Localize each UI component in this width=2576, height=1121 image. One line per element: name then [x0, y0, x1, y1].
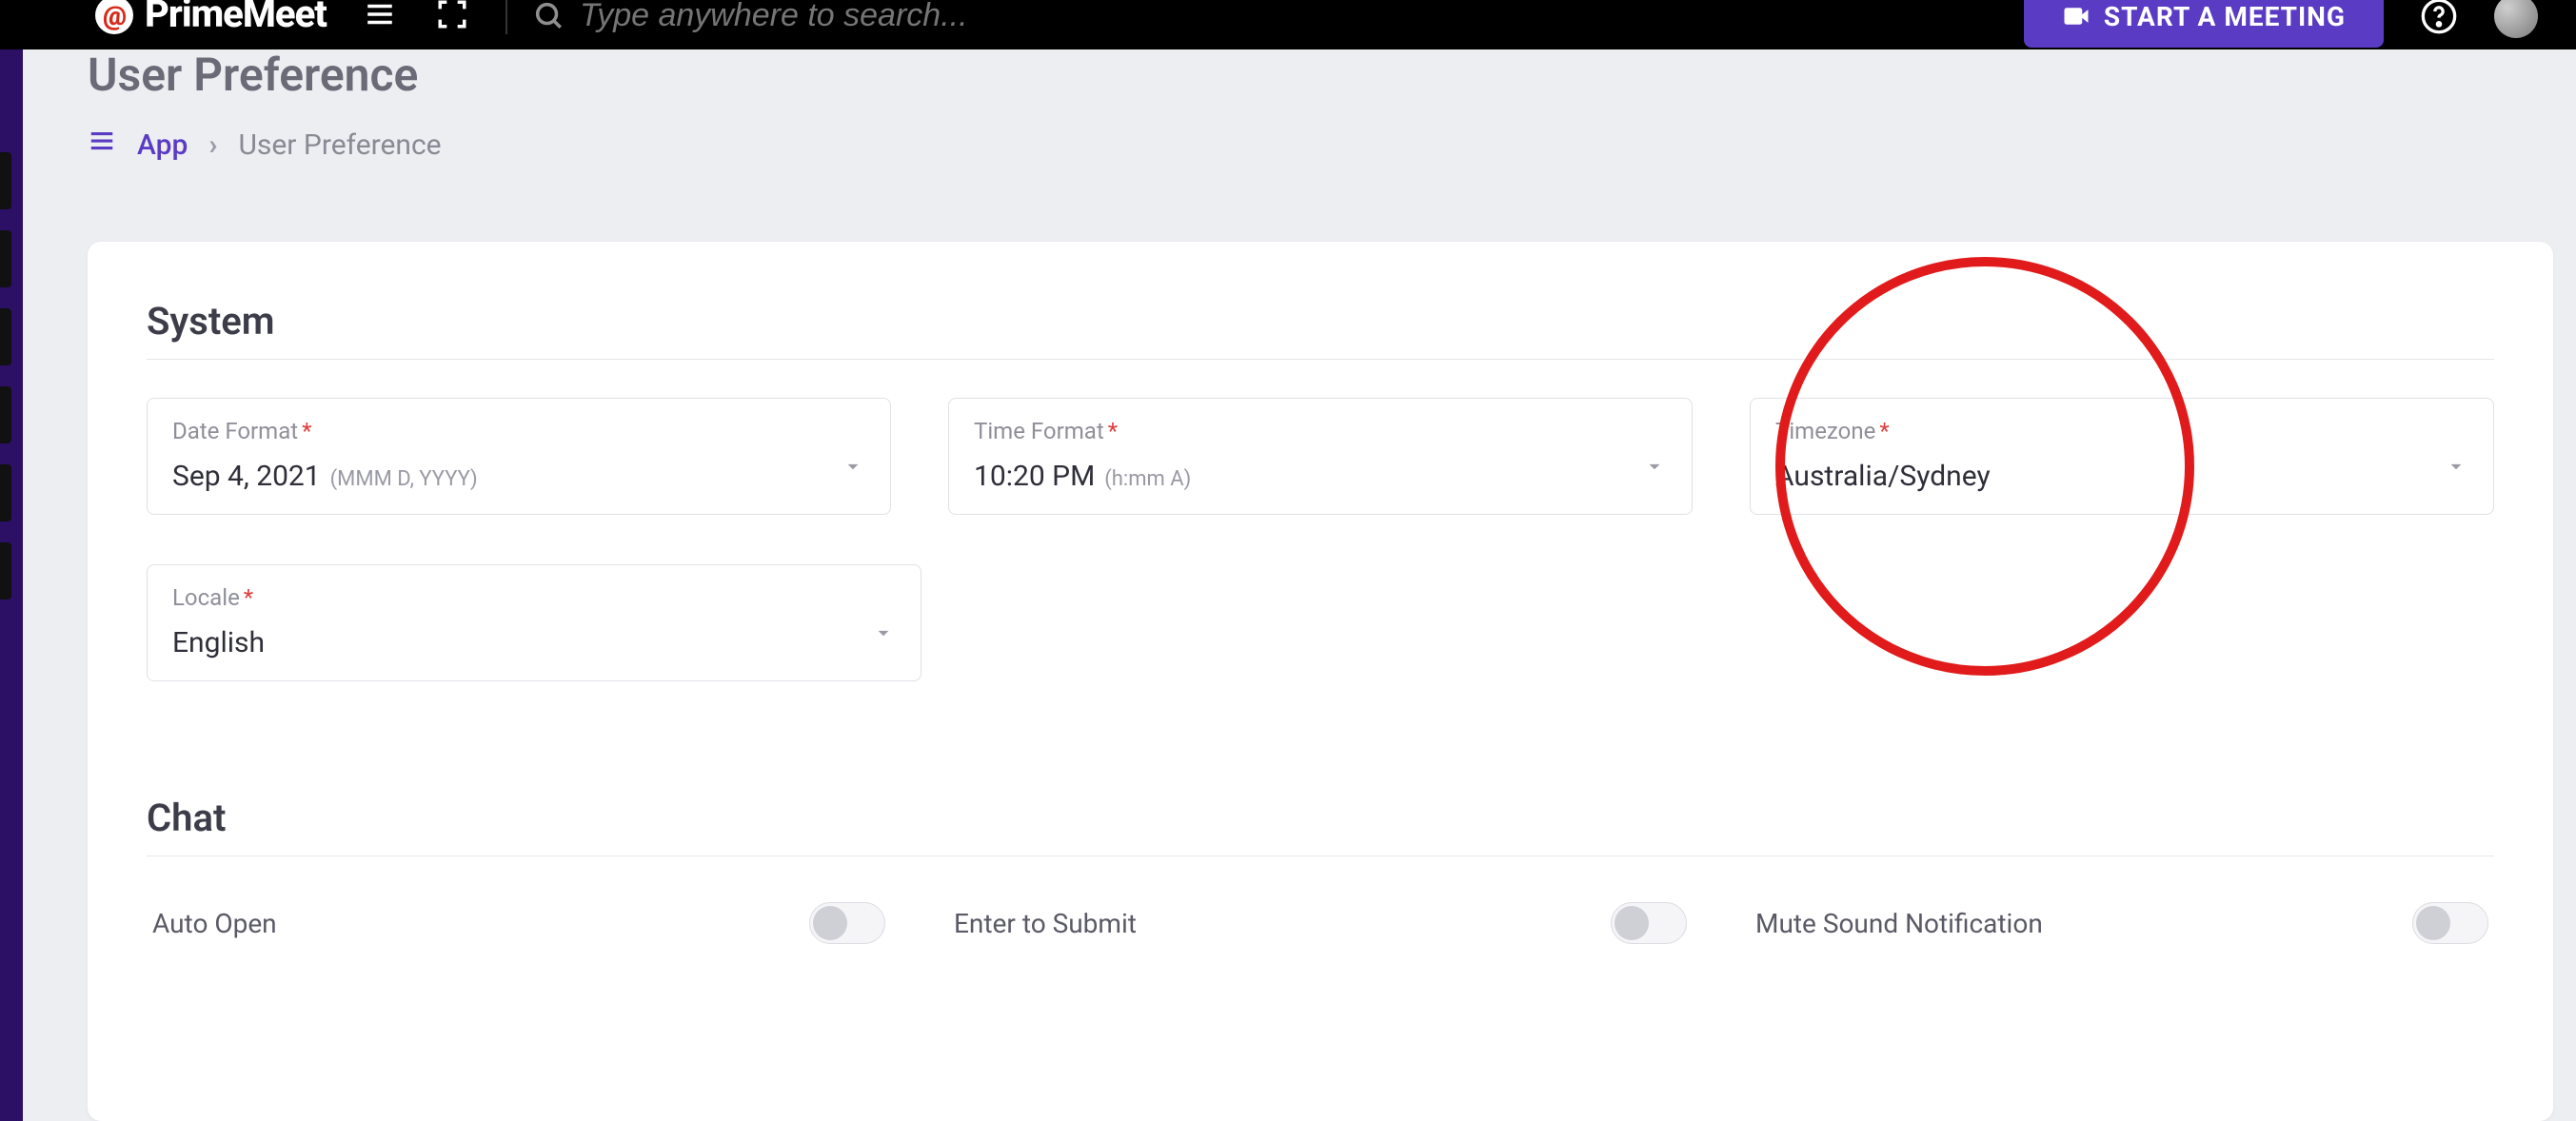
timezone-select[interactable]: Timezone* Australia/Sydney — [1750, 398, 2494, 515]
breadcrumb-current: User Preference — [238, 128, 441, 162]
mute-sound-label: Mute Sound Notification — [1755, 908, 2043, 939]
chat-toggle-row: Auto Open Enter to Submit Mute Sound Not… — [147, 895, 2494, 952]
topbar: @ PrimeMeet START A MEETING — [0, 0, 2576, 49]
sidebar-nub[interactable] — [0, 230, 11, 287]
time-format-hint: (h:mm A) — [1104, 467, 1191, 491]
brand-badge-icon: @ — [95, 0, 133, 34]
start-meeting-button[interactable]: START A MEETING — [2024, 0, 2384, 48]
section-title-chat: Chat — [147, 796, 2494, 840]
timezone-label: Timezone — [1775, 418, 1875, 444]
chevron-right-icon: › — [208, 128, 217, 162]
breadcrumb: App › User Preference — [88, 127, 2538, 163]
section-title-system: System — [147, 299, 2494, 344]
chevron-down-icon — [2444, 454, 2468, 482]
auto-open-toggle[interactable] — [809, 902, 885, 944]
date-format-select[interactable]: Date Format* Sep 4, 2021 (MMM D, YYYY) — [147, 398, 891, 515]
chevron-down-icon — [1642, 454, 1667, 482]
required-mark: * — [244, 584, 253, 611]
time-format-label: Time Format — [974, 418, 1104, 444]
page-head: User Preference App › User Preference — [88, 48, 2538, 163]
sidebar-nub[interactable] — [0, 464, 11, 521]
sidebar-nub[interactable] — [0, 152, 11, 209]
mute-sound-toggle[interactable] — [2412, 902, 2488, 944]
search-icon — [532, 0, 565, 31]
start-meeting-label: START A MEETING — [2104, 1, 2346, 32]
system-row-2: Locale* English — [147, 564, 2494, 681]
sidebar-nub[interactable] — [0, 386, 11, 443]
help-icon[interactable] — [2418, 0, 2460, 37]
video-icon — [2062, 2, 2091, 30]
brand: @ PrimeMeet — [95, 0, 327, 36]
mute-sound-toggle-item: Mute Sound Notification — [1750, 895, 2494, 952]
date-format-hint: (MMM D, YYYY) — [330, 467, 478, 491]
sidebar-nub[interactable] — [0, 308, 11, 365]
sidebar-strip — [0, 0, 23, 1121]
fullscreen-icon[interactable] — [433, 0, 471, 33]
time-format-value: 10:20 PM — [974, 460, 1095, 493]
enter-submit-toggle-item: Enter to Submit — [948, 895, 1693, 952]
chevron-down-icon — [871, 620, 896, 649]
timezone-value: Australia/Sydney — [1775, 460, 1991, 493]
divider — [147, 359, 2494, 360]
locale-value: English — [172, 626, 265, 659]
auto-open-toggle-item: Auto Open — [147, 895, 891, 952]
locale-select[interactable]: Locale* English — [147, 564, 921, 681]
required-mark: * — [302, 418, 311, 444]
search-input[interactable] — [580, 0, 1246, 34]
brand-label: PrimeMeet — [145, 0, 327, 36]
global-search — [505, 0, 1990, 34]
auto-open-label: Auto Open — [152, 908, 277, 939]
chevron-down-icon — [841, 454, 865, 482]
required-mark: * — [1108, 418, 1118, 444]
avatar[interactable] — [2494, 0, 2538, 38]
locale-label: Locale — [172, 584, 240, 611]
menu-icon[interactable] — [361, 0, 399, 33]
date-format-label: Date Format — [172, 418, 298, 444]
time-format-select[interactable]: Time Format* 10:20 PM (h:mm A) — [948, 398, 1693, 515]
breadcrumb-root[interactable]: App — [137, 128, 188, 162]
date-format-value: Sep 4, 2021 — [172, 460, 321, 493]
enter-submit-label: Enter to Submit — [954, 908, 1137, 939]
system-row-1: Date Format* Sep 4, 2021 (MMM D, YYYY) T… — [147, 398, 2494, 515]
sidebar-nub[interactable] — [0, 542, 11, 600]
required-mark: * — [1879, 418, 1889, 444]
enter-submit-toggle[interactable] — [1611, 902, 1687, 944]
breadcrumb-menu-icon[interactable] — [88, 127, 116, 163]
page-title: User Preference — [88, 48, 2538, 102]
settings-card: System Date Format* Sep 4, 2021 (MMM D, … — [88, 242, 2553, 1121]
